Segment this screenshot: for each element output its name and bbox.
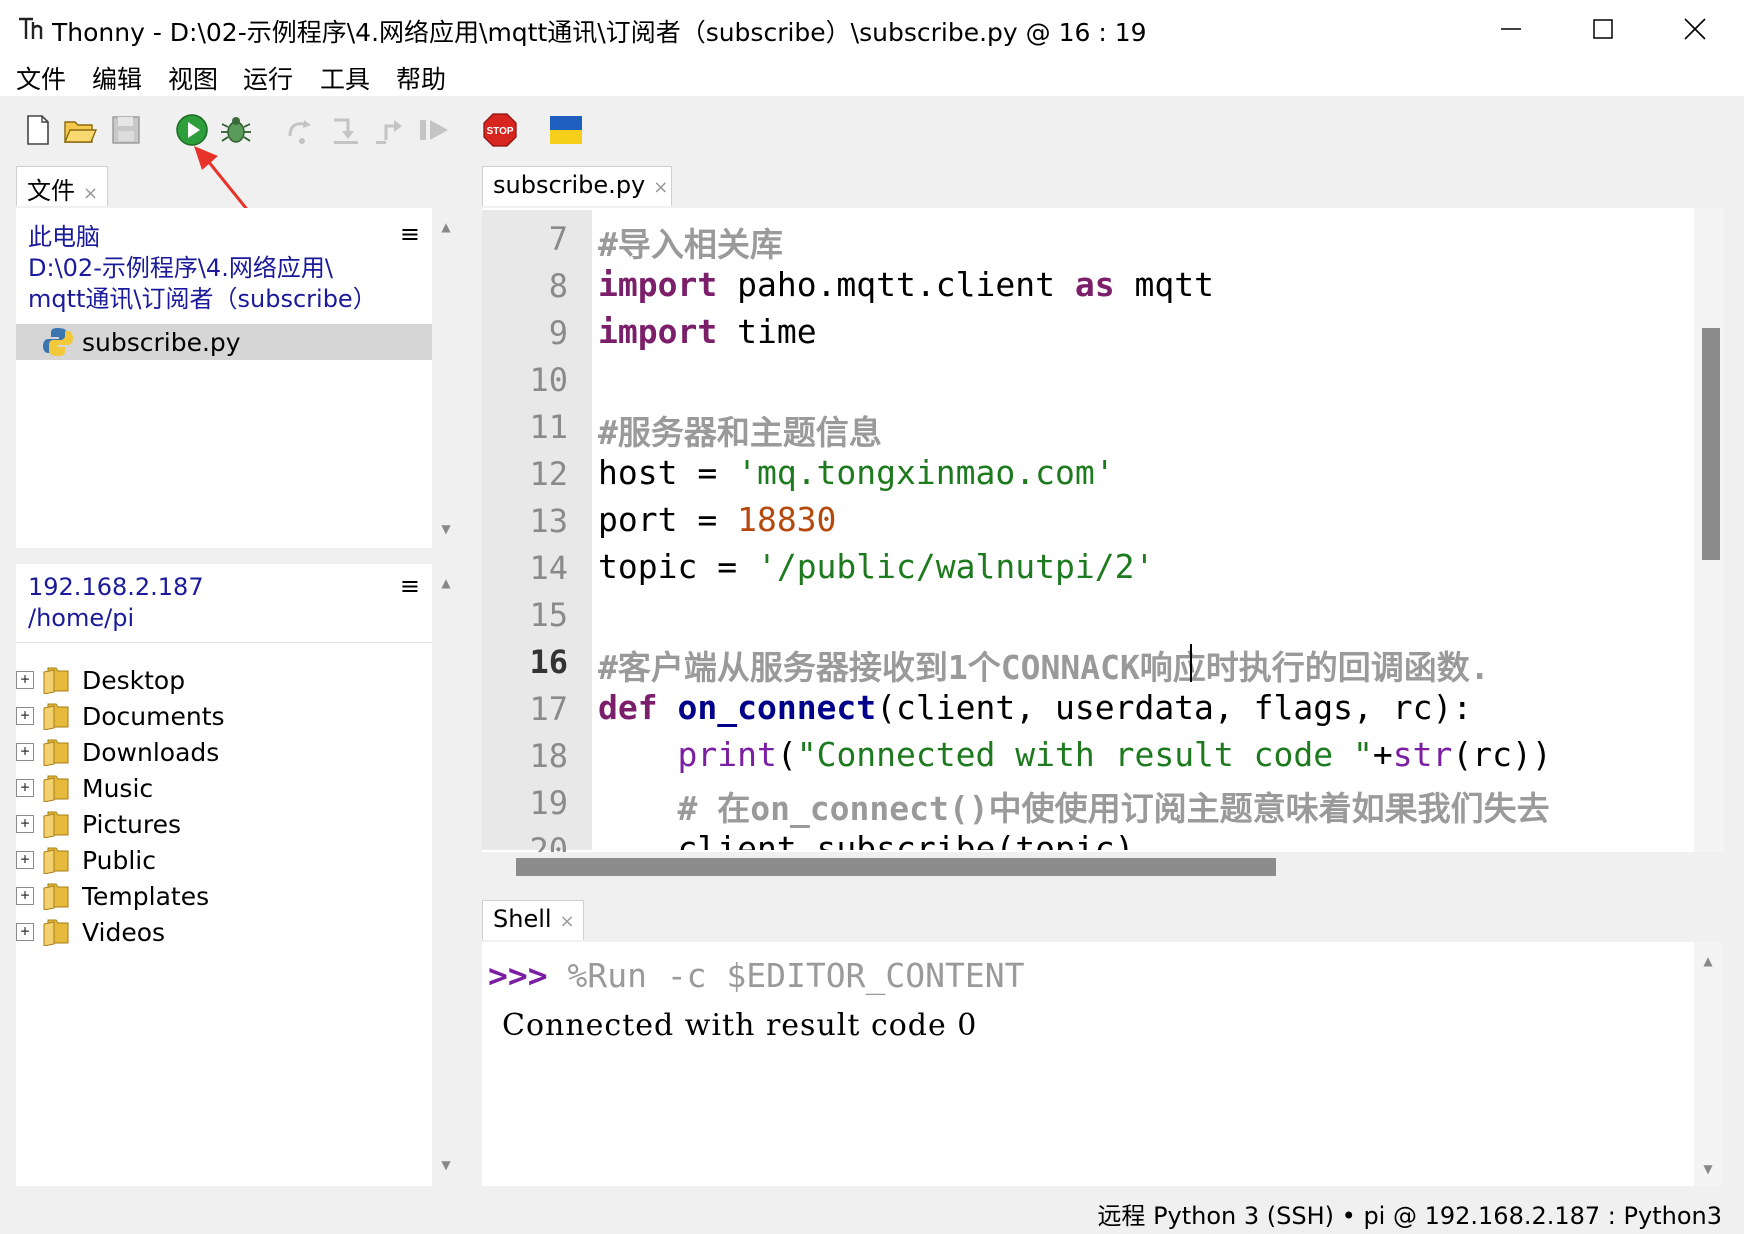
scroll-down-icon[interactable]: ▼ <box>1694 1162 1722 1176</box>
editor-vertical-scrollbar[interactable] <box>1694 208 1724 852</box>
tab-shell-label: Shell <box>493 905 552 933</box>
expand-icon[interactable]: + <box>16 923 34 941</box>
shell-output: Connected with result code 0 <box>502 1008 978 1043</box>
code-line: def on_connect(client, userdata, flags, … <box>598 688 1472 727</box>
text-cursor <box>1190 644 1192 682</box>
code-text: port = <box>598 500 738 539</box>
string-literal: "Connected with result code " <box>796 735 1373 774</box>
folder-icon <box>43 883 69 910</box>
folder-icon <box>43 919 69 946</box>
folder-icon <box>43 847 69 874</box>
code-line-current: #客户端从服务器接收到1个CONNACK响应时执行的回调函数. <box>598 648 1490 687</box>
code-line: import time <box>598 312 817 351</box>
keyword: import <box>598 312 718 351</box>
code-text: + <box>1372 735 1393 774</box>
code-line: print("Connected with result code "+str(… <box>598 735 1552 774</box>
shell-prompt: >>> <box>488 956 548 995</box>
code-line: import paho.mqtt.client as mqtt <box>598 265 1214 304</box>
keyword: as <box>1074 265 1115 304</box>
expand-icon[interactable]: + <box>16 851 34 869</box>
code-line: topic = '/public/walnutpi/2' <box>598 547 1154 586</box>
list-item[interactable]: + Templates <box>16 878 209 914</box>
code-text: topic = <box>598 547 757 586</box>
code-text: host = <box>598 453 738 492</box>
code-text: paho.mqtt.client <box>717 265 1075 304</box>
shell-command: %Run -c $EDITOR_CONTENT <box>547 956 1025 995</box>
keyword: import <box>598 265 718 304</box>
builtin: str <box>1392 735 1453 774</box>
tab-shell[interactable]: Shell × <box>482 900 584 940</box>
code-text: (client, userdata, flags, rc): <box>876 688 1473 727</box>
keyword: def <box>598 688 658 727</box>
shell-command-line: >>> %Run -c $EDITOR_CONTENT <box>488 956 1024 995</box>
string-literal: '/public/walnutpi/2' <box>756 547 1155 586</box>
code-text: mqtt <box>1114 265 1214 304</box>
shell-panel[interactable]: >>> %Run -c $EDITOR_CONTENT Connected wi… <box>482 942 1694 1186</box>
code-line: #服务器和主题信息 <box>598 413 882 452</box>
number-literal: 18830 <box>737 500 837 539</box>
shell-scrollbar[interactable]: ▲ ▼ <box>1694 942 1722 1186</box>
close-tab-icon[interactable]: × <box>560 911 575 932</box>
code-line: host = 'mq.tongxinmao.com' <box>598 453 1115 492</box>
scroll-down-icon[interactable]: ▼ <box>432 1158 460 1172</box>
string-literal: 'mq.tongxinmao.com' <box>737 453 1115 492</box>
code-text: (rc)) <box>1452 735 1552 774</box>
folder-name: Videos <box>82 917 166 947</box>
status-bar: 远程 Python 3 (SSH) • pi @ 192.168.2.187 :… <box>0 1190 1744 1234</box>
function-name: on_connect <box>677 688 877 727</box>
code-text: time <box>717 312 817 351</box>
list-item[interactable]: + Videos <box>16 914 165 950</box>
expand-icon[interactable]: + <box>16 887 34 905</box>
code-line: # 在on_connect()中使使用订阅主题意味着如果我们失去 <box>598 789 1550 828</box>
folder-name: Templates <box>82 881 210 911</box>
interpreter-status[interactable]: 远程 Python 3 (SSH) • pi @ 192.168.2.187 :… <box>1097 1196 1722 1231</box>
code-line: #导入相关库 <box>598 225 783 264</box>
scrollbar-thumb[interactable] <box>1702 328 1720 560</box>
builtin: print <box>677 735 777 774</box>
scroll-up-icon[interactable]: ▲ <box>1694 954 1722 968</box>
scrollbar-thumb[interactable] <box>516 858 1276 876</box>
code-line: port = 18830 <box>598 500 836 539</box>
editor-horizontal-scrollbar[interactable] <box>482 852 1694 882</box>
code-text: ( <box>776 735 797 774</box>
code-line: client.subscribe(topic) <box>598 829 1135 850</box>
code-area: #导入相关库 import paho.mqtt.client as mqtt i… <box>0 0 1690 850</box>
